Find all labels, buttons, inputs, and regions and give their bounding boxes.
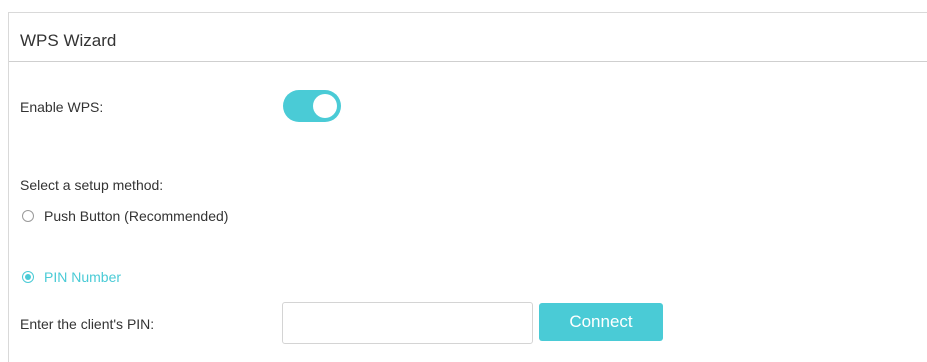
radio-push-button-indicator[interactable] [22,210,34,222]
toggle-knob [313,94,337,118]
enable-wps-toggle[interactable] [283,90,341,122]
radio-pin-number[interactable]: PIN Number [22,269,121,285]
enable-wps-label: Enable WPS: [20,99,104,115]
client-pin-label: Enter the client's PIN: [20,316,155,332]
radio-pin-number-indicator[interactable] [22,271,34,283]
radio-push-button[interactable]: Push Button (Recommended) [22,208,228,224]
panel-title: WPS Wizard [20,31,117,50]
setup-method-label: Select a setup method: [20,177,164,193]
wps-wizard-panel: WPS Wizard Enable WPS: Select a setup me… [8,12,927,362]
radio-pin-number-label: PIN Number [44,269,122,285]
title-divider [9,61,927,62]
connect-button[interactable]: Connect [539,303,663,341]
client-pin-input[interactable] [282,302,533,344]
radio-push-button-label: Push Button (Recommended) [44,208,229,224]
